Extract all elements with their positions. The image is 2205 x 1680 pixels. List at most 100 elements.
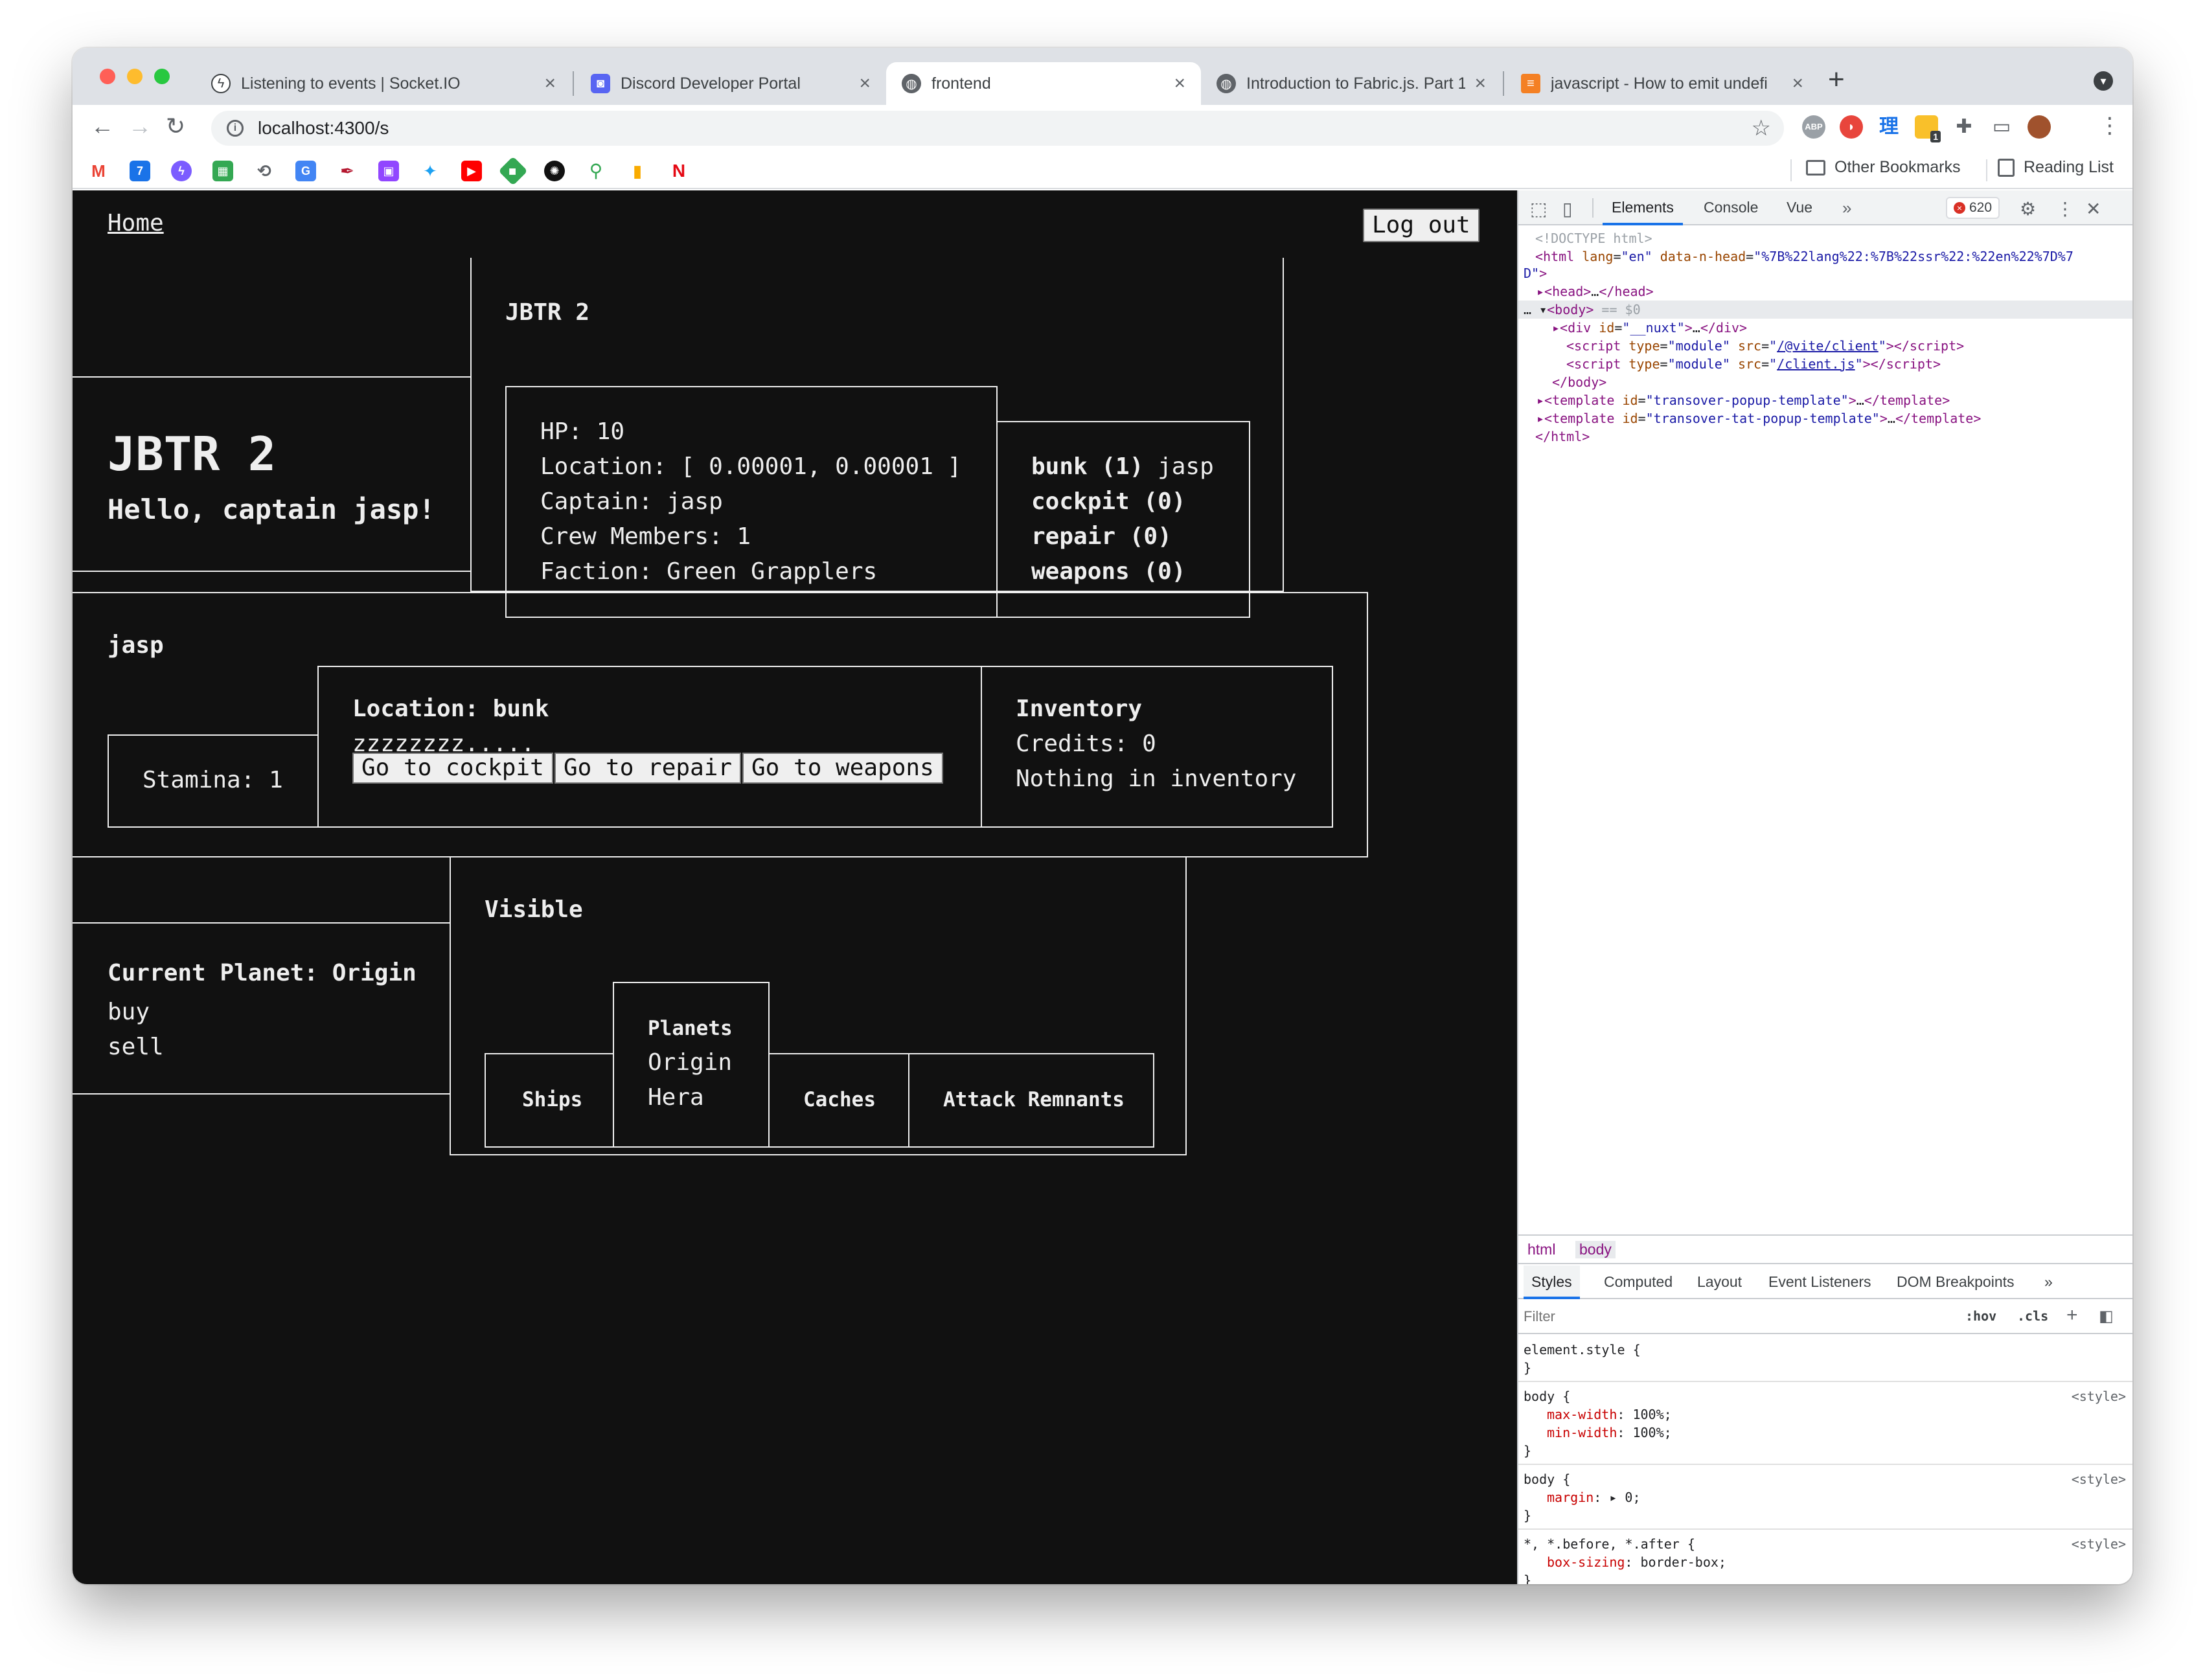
- tab-computed[interactable]: Computed: [1596, 1266, 1680, 1299]
- other-bookmarks-folder[interactable]: Other Bookmarks: [1806, 158, 1961, 177]
- dom-line[interactable]: <script type="module" src="/@vite/client…: [1566, 337, 1964, 355]
- dom-line[interactable]: </html>: [1535, 427, 1590, 446]
- logout-button[interactable]: Log out: [1363, 209, 1480, 242]
- go-to-cockpit-button[interactable]: Go to cockpit: [352, 753, 553, 784]
- tab-search-icon[interactable]: ▾: [2094, 71, 2113, 91]
- toggle-sidebar-icon[interactable]: ◧: [2099, 1307, 2114, 1326]
- dom-line[interactable]: <!DOCTYPE html>: [1535, 229, 1652, 247]
- close-tab-icon[interactable]: ×: [1474, 73, 1486, 95]
- inspect-element-icon[interactable]: ⬚: [1530, 198, 1547, 220]
- close-tab-icon[interactable]: ×: [1792, 73, 1803, 95]
- maximize-window-button[interactable]: [154, 69, 170, 84]
- rule-universal[interactable]: *, *.before, *.after {: [1524, 1535, 1695, 1553]
- new-style-rule-icon[interactable]: +: [2066, 1304, 2078, 1326]
- bookmark-star-icon[interactable]: ☆: [1752, 115, 1771, 141]
- room-occupant: jasp: [1158, 453, 1214, 480]
- rule-source[interactable]: <style>: [2072, 1387, 2126, 1405]
- more-style-tabs-icon[interactable]: »: [2037, 1266, 2061, 1299]
- close-window-button[interactable]: [100, 69, 115, 84]
- tab-console[interactable]: Console: [1695, 190, 1767, 225]
- visible-planet-origin[interactable]: Origin: [648, 1049, 732, 1076]
- dictionary-icon[interactable]: 理: [1877, 115, 1901, 139]
- tab-discord[interactable]: ◙ Discord Developer Portal ×: [575, 62, 886, 105]
- tab-socketio[interactable]: ϟ Listening to events | Socket.IO ×: [196, 62, 571, 105]
- tab-vue[interactable]: Vue: [1777, 190, 1822, 225]
- hov-toggle[interactable]: :hov: [1965, 1308, 1996, 1324]
- crumb-html[interactable]: html: [1527, 1241, 1555, 1258]
- rule-body-margin[interactable]: body {: [1524, 1470, 1570, 1488]
- more-tabs-icon[interactable]: »: [1842, 198, 1851, 218]
- dom-line[interactable]: ▸<template id="transover-tat-popup-templ…: [1537, 409, 1981, 427]
- new-tab-icon[interactable]: +: [1828, 63, 1845, 96]
- sell-link[interactable]: sell: [108, 1034, 164, 1060]
- adblock-icon[interactable]: ABP: [1802, 115, 1825, 139]
- netflix-icon[interactable]: N: [668, 161, 689, 181]
- rule-body-width[interactable]: body {: [1524, 1387, 1570, 1405]
- back-icon[interactable]: ←: [91, 113, 114, 140]
- youtube-icon[interactable]: ▶: [461, 161, 482, 181]
- calendar-icon[interactable]: 7: [130, 161, 150, 181]
- twitch-icon[interactable]: ▣: [378, 161, 399, 181]
- pen-icon[interactable]: ✒: [337, 161, 358, 181]
- settings-gear-icon[interactable]: ⚙: [2020, 198, 2036, 220]
- device-toolbar-icon[interactable]: ▯: [1562, 198, 1572, 220]
- rule-source[interactable]: <style>: [2072, 1470, 2126, 1488]
- messenger-icon[interactable]: ϟ: [171, 161, 192, 181]
- history-icon[interactable]: ⟲: [254, 161, 275, 181]
- styles-filter-input[interactable]: [1524, 1306, 1951, 1328]
- error-count-badge[interactable]: × 620: [1946, 197, 2000, 219]
- translate-icon[interactable]: G: [295, 161, 316, 181]
- crumb-body[interactable]: body: [1575, 1241, 1616, 1258]
- tab-event-listeners[interactable]: Event Listeners: [1761, 1266, 1879, 1299]
- reload-icon[interactable]: ↻: [166, 113, 185, 140]
- tab-layout[interactable]: Layout: [1689, 1266, 1750, 1299]
- maps-icon[interactable]: ⚲: [586, 161, 606, 181]
- forward-icon[interactable]: →: [128, 113, 152, 140]
- room-cockpit: cockpit (0): [1031, 488, 1186, 515]
- cast-icon[interactable]: ▭: [1990, 115, 2013, 139]
- feedly-icon[interactable]: ◆: [498, 156, 528, 186]
- dom-line[interactable]: ▸<template id="transover-popup-template"…: [1537, 391, 1950, 409]
- minimize-window-button[interactable]: [127, 69, 143, 84]
- notes-extension-icon[interactable]: 1: [1915, 115, 1941, 142]
- close-tab-icon[interactable]: ×: [859, 73, 871, 95]
- reading-list[interactable]: Reading List: [1998, 158, 2114, 177]
- home-link[interactable]: Home: [108, 210, 164, 236]
- dom-line[interactable]: D">: [1524, 264, 1547, 282]
- buy-link[interactable]: buy: [108, 999, 150, 1025]
- tab-frontend[interactable]: ◍ frontend ×: [886, 62, 1201, 105]
- tab-elements[interactable]: Elements: [1603, 190, 1683, 225]
- sheets-icon[interactable]: ▦: [212, 161, 233, 181]
- info-icon[interactable]: i: [227, 120, 244, 137]
- rule-source[interactable]: <style>: [2072, 1535, 2126, 1553]
- dom-line[interactable]: ▸<head>…</head>: [1537, 282, 1654, 301]
- gmail-icon[interactable]: M: [88, 161, 109, 181]
- kebab-menu-icon[interactable]: ⋮: [2099, 113, 2121, 139]
- address-bar[interactable]: i localhost:4300/s ☆: [211, 111, 1784, 146]
- profile-avatar[interactable]: [2028, 115, 2051, 139]
- ublock-icon[interactable]: ◗: [1840, 115, 1863, 139]
- tab-styles[interactable]: Styles: [1524, 1266, 1580, 1299]
- analytics-icon[interactable]: ▮: [627, 161, 648, 181]
- extensions-puzzle-icon[interactable]: ✚: [1952, 115, 1976, 139]
- visible-planet-hera[interactable]: Hera: [648, 1084, 704, 1111]
- go-to-weapons-button[interactable]: Go to weapons: [742, 753, 943, 784]
- dom-line[interactable]: ▸<div id="__nuxt">…</div>: [1552, 319, 1747, 337]
- twitter-icon[interactable]: ✦: [420, 161, 440, 181]
- devtools-menu-icon[interactable]: ⋮: [2056, 198, 2074, 220]
- close-tab-icon[interactable]: ×: [544, 73, 556, 95]
- close-devtools-icon[interactable]: ✕: [2086, 198, 2101, 220]
- dom-line[interactable]: <html lang="en" data-n-head="%7B%22lang%…: [1535, 247, 2074, 266]
- close-tab-icon[interactable]: ×: [1174, 73, 1185, 95]
- tab-fabricjs[interactable]: ◍ Introduction to Fabric.js. Part 1 ×: [1201, 62, 1502, 105]
- openai-icon[interactable]: ✺: [544, 161, 565, 181]
- go-to-repair-button[interactable]: Go to repair: [554, 753, 742, 784]
- cls-toggle[interactable]: .cls: [2017, 1308, 2048, 1324]
- dom-line[interactable]: </body>: [1552, 373, 1606, 391]
- dom-line-body-selected[interactable]: … ▾<body> == $0: [1518, 301, 2132, 319]
- tab-stackoverflow[interactable]: ≡ javascript - How to emit undefi ×: [1505, 62, 1819, 105]
- rule-element-style[interactable]: element.style {: [1524, 1341, 1641, 1359]
- tab-dom-breakpoints[interactable]: DOM Breakpoints: [1889, 1266, 2022, 1299]
- dom-line[interactable]: <script type="module" src="/client.js"><…: [1566, 355, 1941, 373]
- tab-title: Introduction to Fabric.js. Part 1: [1246, 74, 1466, 93]
